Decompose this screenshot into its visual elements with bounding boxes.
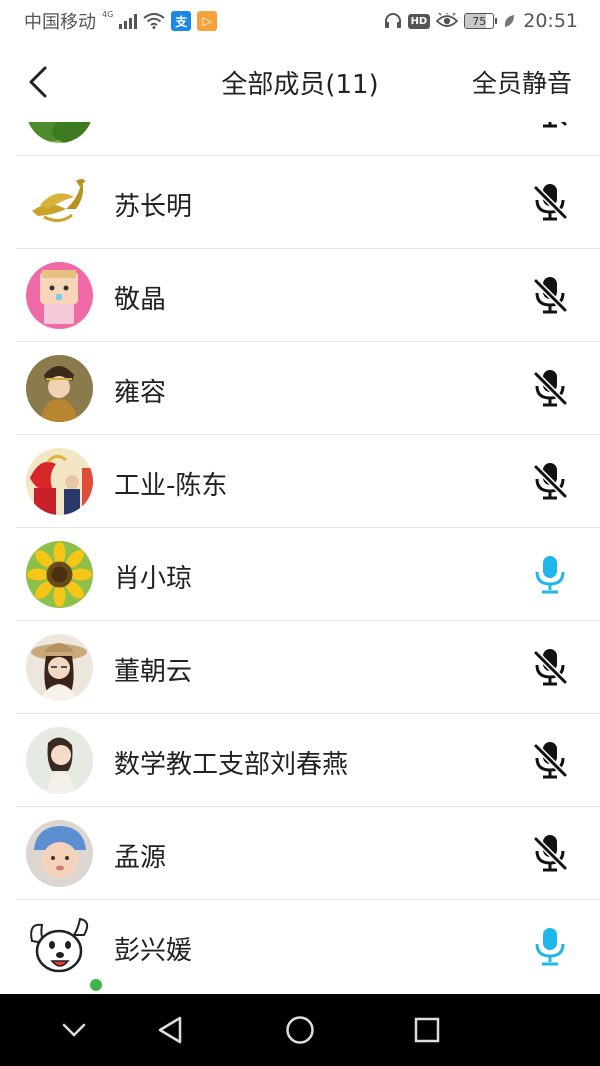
member-name: 工业-陈东	[114, 471, 228, 501]
nav-collapse-button[interactable]	[52, 1008, 96, 1052]
headphones-icon	[384, 13, 401, 28]
clock: 20:51	[523, 10, 578, 32]
member-row[interactable]: 彭兴媛	[16, 899, 600, 993]
member-name: 孟源	[114, 843, 167, 873]
status-right: HD 75 20:51	[384, 10, 578, 32]
home-circle-icon	[286, 1016, 314, 1044]
member-row[interactable]	[16, 122, 600, 155]
member-row[interactable]: 工业-陈东	[16, 434, 600, 527]
member-name: 董朝云	[114, 657, 193, 687]
mic-muted-icon[interactable]	[528, 180, 572, 224]
member-row[interactable]: 数学教工支部刘春燕	[16, 713, 600, 806]
avatar	[26, 169, 93, 236]
avatar	[26, 634, 93, 701]
back-triangle-icon	[158, 1016, 182, 1044]
network-type: 4G	[102, 9, 114, 19]
mic-muted-icon[interactable]	[528, 273, 572, 317]
nav-home-button[interactable]	[278, 1008, 322, 1052]
avatar	[26, 448, 93, 515]
battery-icon: 75	[464, 13, 498, 29]
recents-square-icon	[414, 1017, 440, 1043]
nav-back-button[interactable]	[148, 1008, 192, 1052]
member-row[interactable]: 敬晶	[16, 248, 600, 341]
app-notification-icon: ▷	[197, 11, 218, 31]
member-row[interactable]: 孟源	[16, 806, 600, 899]
avatar	[26, 262, 93, 329]
mic-muted-icon[interactable]	[528, 645, 572, 689]
nav-recents-button[interactable]	[405, 1008, 449, 1052]
member-row[interactable]: 肖小琼	[16, 527, 600, 620]
member-name: 雍容	[114, 378, 167, 408]
avatar	[26, 355, 93, 422]
mute-all-button[interactable]: 全员静音	[472, 64, 572, 100]
member-name: 敬晶	[114, 285, 167, 315]
member-name: 苏长明	[114, 192, 193, 222]
member-name: 彭兴媛	[114, 936, 193, 966]
online-status-badge	[88, 977, 104, 993]
mic-muted-icon[interactable]	[528, 738, 572, 782]
chevron-down-icon	[62, 1023, 86, 1037]
avatar	[26, 541, 93, 608]
status-bar: 中国移动 4G 支 ▷ HD 75 20:51	[0, 0, 600, 42]
mic-muted-icon[interactable]	[528, 459, 572, 503]
member-name: 肖小琼	[114, 564, 193, 594]
mic-muted-icon[interactable]	[528, 831, 572, 875]
member-list[interactable]: 苏长明 敬晶 雍容 工业-陈东 肖小琼 董朝云 数学教工支部刘春燕 孟源 彭兴媛	[0, 122, 600, 994]
eye-icon	[436, 13, 459, 27]
mic-muted-icon[interactable]	[528, 122, 572, 131]
member-row[interactable]: 董朝云	[16, 620, 600, 713]
wifi-icon	[143, 13, 165, 29]
mic-muted-icon[interactable]	[528, 366, 572, 410]
member-row[interactable]: 苏长明	[16, 155, 600, 248]
member-name: 数学教工支部刘春燕	[114, 750, 349, 780]
carrier-label: 中国移动	[24, 12, 96, 33]
status-left: 中国移动 4G 支 ▷	[24, 8, 218, 34]
mic-active-icon[interactable]	[528, 552, 572, 596]
header: 全部成员(11) 全员静音	[0, 42, 600, 122]
mic-active-icon[interactable]	[528, 924, 572, 968]
leaf-icon	[505, 15, 515, 27]
battery-level: 75	[472, 14, 487, 28]
hd-icon: HD	[407, 13, 431, 29]
member-row[interactable]: 雍容	[16, 341, 600, 434]
system-nav-bar	[0, 994, 600, 1066]
avatar	[26, 727, 93, 794]
avatar	[26, 820, 93, 887]
signal-icon	[119, 13, 138, 29]
alipay-icon: 支	[171, 11, 192, 31]
avatar	[26, 122, 93, 143]
avatar	[26, 913, 104, 993]
